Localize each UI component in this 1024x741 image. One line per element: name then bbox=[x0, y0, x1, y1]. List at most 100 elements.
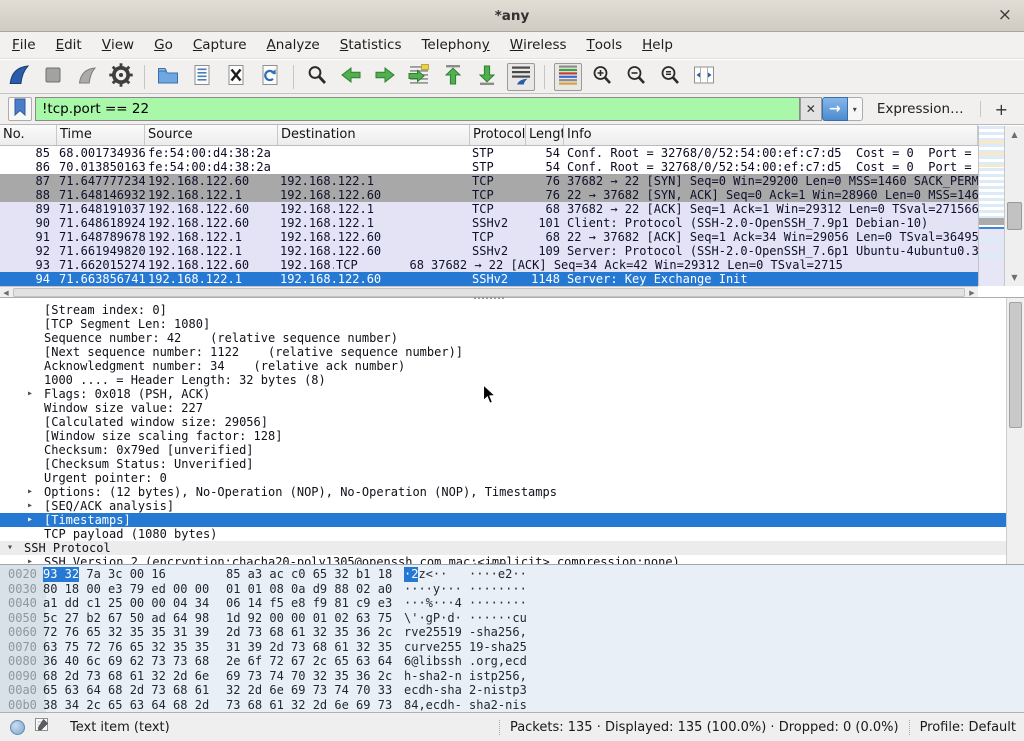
menu-file[interactable]: File bbox=[2, 32, 46, 59]
detail-line-flags[interactable]: ▸Flags: 0x018 (PSH, ACK) bbox=[0, 387, 1024, 401]
find-packet-button[interactable] bbox=[303, 63, 331, 91]
packet-row-88[interactable]: 8871.648146932192.168.122.1192.168.122.6… bbox=[0, 188, 978, 202]
detail-line-ssh-version[interactable]: ▸SSH Version 2 (encryption:chacha20-poly… bbox=[0, 555, 1024, 564]
display-filter-input[interactable] bbox=[36, 98, 799, 120]
hex-row[interactable]: 00b038 34 2c 65 63 64 68 2d73 68 61 32 2… bbox=[0, 698, 1024, 712]
packet-row-93[interactable]: 9371.662015274192.168.122.60192.168.122.… bbox=[0, 258, 978, 272]
detail-line[interactable]: [Window size scaling factor: 128] bbox=[0, 429, 1024, 443]
close-icon[interactable]: × bbox=[998, 5, 1012, 25]
detail-line[interactable]: Acknowledgment number: 34 (relative ack … bbox=[0, 359, 1024, 373]
last-packet-button[interactable] bbox=[473, 63, 501, 91]
hex-row[interactable]: 009068 2d 73 68 61 32 2d 6e69 73 74 70 3… bbox=[0, 669, 1024, 684]
column-header-info[interactable]: Info bbox=[564, 125, 978, 145]
open-file-button[interactable] bbox=[154, 63, 182, 91]
add-filter-button[interactable]: + bbox=[987, 100, 1016, 119]
packet-row-91[interactable]: 9171.648789678192.168.122.1192.168.122.6… bbox=[0, 230, 978, 244]
expert-info-icon[interactable] bbox=[10, 720, 25, 735]
detail-line[interactable]: [Next sequence number: 1122 (relative se… bbox=[0, 345, 1024, 359]
packet-list-vscrollbar[interactable]: ▲ ▼ bbox=[1004, 126, 1024, 286]
capture-comment-icon[interactable] bbox=[34, 717, 50, 737]
zoom-out-button[interactable] bbox=[622, 63, 650, 91]
menu-telephony[interactable]: Telephony bbox=[411, 32, 499, 59]
column-header-time[interactable]: Time bbox=[57, 125, 145, 145]
hex-row[interactable]: 003080 18 00 e3 79 ed 00 0001 01 08 0a d… bbox=[0, 582, 1024, 597]
go-back-button[interactable] bbox=[337, 63, 365, 91]
packet-row-92[interactable]: 9271.661949820192.168.122.1192.168.122.6… bbox=[0, 244, 978, 258]
expression-button[interactable]: Expression… bbox=[877, 101, 964, 117]
details-scroll-thumb[interactable] bbox=[1009, 302, 1022, 428]
first-packet-button[interactable] bbox=[439, 63, 467, 91]
detail-line[interactable]: [Checksum Status: Unverified] bbox=[0, 457, 1024, 471]
column-header-length[interactable]: Length bbox=[526, 125, 564, 145]
detail-line-seq-ack[interactable]: ▸[SEQ/ACK analysis] bbox=[0, 499, 1024, 513]
column-header-source[interactable]: Source bbox=[145, 125, 278, 145]
menu-analyze[interactable]: Analyze bbox=[257, 32, 330, 59]
packet-row-94-selected[interactable]: 9471.663856741192.168.122.1192.168.122.6… bbox=[0, 272, 978, 286]
detail-line[interactable]: [TCP Segment Len: 1080] bbox=[0, 317, 1024, 331]
pane-splitter-handle[interactable] bbox=[474, 563, 504, 565]
filter-bookmark-button[interactable] bbox=[8, 97, 32, 121]
filter-dropdown-button[interactable]: ▾ bbox=[848, 97, 863, 121]
title-bar[interactable]: *any × bbox=[0, 0, 1024, 32]
save-file-button[interactable] bbox=[188, 63, 216, 91]
details-vscrollbar[interactable] bbox=[1006, 298, 1024, 564]
close-file-button[interactable] bbox=[222, 63, 250, 91]
restart-capture-button[interactable] bbox=[73, 63, 101, 91]
packet-row-89[interactable]: 8971.648191037192.168.122.60192.168.122.… bbox=[0, 202, 978, 216]
go-forward-button[interactable] bbox=[371, 63, 399, 91]
detail-line[interactable]: Window size value: 227 bbox=[0, 401, 1024, 415]
pane-splitter-handle[interactable] bbox=[474, 297, 504, 299]
go-to-packet-button[interactable] bbox=[405, 63, 433, 91]
hex-row[interactable]: 00505c 27 b2 67 50 ad 64 981d 92 00 00 0… bbox=[0, 611, 1024, 626]
menu-go[interactable]: Go bbox=[144, 32, 183, 59]
resize-columns-button[interactable] bbox=[690, 63, 718, 91]
start-capture-button[interactable] bbox=[5, 63, 33, 91]
reload-file-button[interactable] bbox=[256, 63, 284, 91]
menu-statistics[interactable]: Statistics bbox=[330, 32, 412, 59]
filter-clear-button[interactable]: ✕ bbox=[800, 97, 822, 121]
status-separator[interactable] bbox=[499, 720, 500, 735]
zoom-reset-button[interactable] bbox=[656, 63, 684, 91]
detail-line[interactable]: Checksum: 0x79ed [unverified] bbox=[0, 443, 1024, 457]
detail-line[interactable]: Sequence number: 42 (relative sequence n… bbox=[0, 331, 1024, 345]
column-header-protocol[interactable]: Protocol bbox=[470, 125, 526, 145]
menu-view[interactable]: View bbox=[92, 32, 144, 59]
detail-line-options[interactable]: ▸Options: (12 bytes), No-Operation (NOP)… bbox=[0, 485, 1024, 499]
hex-row[interactable]: 008036 40 6c 69 62 73 73 682e 6f 72 67 2… bbox=[0, 654, 1024, 669]
profile-label[interactable]: Profile: Default bbox=[920, 720, 1016, 735]
vscroll-thumb[interactable] bbox=[1007, 202, 1022, 230]
detail-line[interactable]: [Stream index: 0] bbox=[0, 303, 1024, 317]
hscroll-thumb[interactable] bbox=[13, 288, 965, 297]
zoom-in-button[interactable] bbox=[588, 63, 616, 91]
auto-scroll-button[interactable] bbox=[507, 63, 535, 91]
hex-row[interactable]: 0020c0 a8 7a 3c 00 16 93 3285 a3 ac c0 6… bbox=[0, 567, 1024, 582]
hex-row[interactable]: 00a065 63 64 68 2d 73 68 6132 2d 6e 69 7… bbox=[0, 683, 1024, 698]
hex-row[interactable]: 007063 75 72 76 65 32 35 3531 39 2d 73 6… bbox=[0, 640, 1024, 655]
packet-row-90[interactable]: 9071.648618924192.168.122.60192.168.122.… bbox=[0, 216, 978, 230]
packet-minimap[interactable] bbox=[978, 126, 1004, 286]
colorize-button[interactable] bbox=[554, 63, 582, 91]
stop-capture-button[interactable] bbox=[39, 63, 67, 91]
menu-edit[interactable]: Edit bbox=[46, 32, 92, 59]
menu-tools[interactable]: Tools bbox=[577, 32, 633, 59]
detail-line[interactable]: 1000 .... = Header Length: 32 bytes (8) bbox=[0, 373, 1024, 387]
menu-wireless[interactable]: Wireless bbox=[500, 32, 577, 59]
packet-row-87[interactable]: 8771.647777234192.168.122.60192.168.122.… bbox=[0, 174, 978, 188]
menu-capture[interactable]: Capture bbox=[183, 32, 257, 59]
column-header-no[interactable]: No. bbox=[0, 125, 57, 145]
detail-line-ssh-protocol[interactable]: ▾SSH Protocol bbox=[0, 541, 1024, 555]
detail-line[interactable]: TCP payload (1080 bytes) bbox=[0, 527, 1024, 541]
filter-apply-button[interactable]: → bbox=[822, 97, 848, 121]
packet-row-86[interactable]: 8670.013850163fe:54:00:d4:38:2aSTP54Conf… bbox=[0, 160, 978, 174]
scroll-down-arrow-icon[interactable]: ▼ bbox=[1005, 269, 1024, 286]
detail-line[interactable]: Urgent pointer: 0 bbox=[0, 471, 1024, 485]
detail-line-timestamps-selected[interactable]: ▸[Timestamps] bbox=[0, 513, 1024, 527]
hex-row[interactable]: 006072 76 65 32 35 35 31 392d 73 68 61 3… bbox=[0, 625, 1024, 640]
status-separator[interactable] bbox=[909, 720, 910, 735]
hex-row[interactable]: 0040a1 dd c1 25 00 00 04 3406 14 f5 e8 f… bbox=[0, 596, 1024, 611]
detail-line[interactable]: [Calculated window size: 29056] bbox=[0, 415, 1024, 429]
column-header-destination[interactable]: Destination bbox=[278, 125, 470, 145]
packet-row-85[interactable]: 8568.001734936fe:54:00:d4:38:2aSTP54Conf… bbox=[0, 146, 978, 160]
scroll-up-arrow-icon[interactable]: ▲ bbox=[1005, 126, 1024, 143]
capture-options-button[interactable] bbox=[107, 63, 135, 91]
